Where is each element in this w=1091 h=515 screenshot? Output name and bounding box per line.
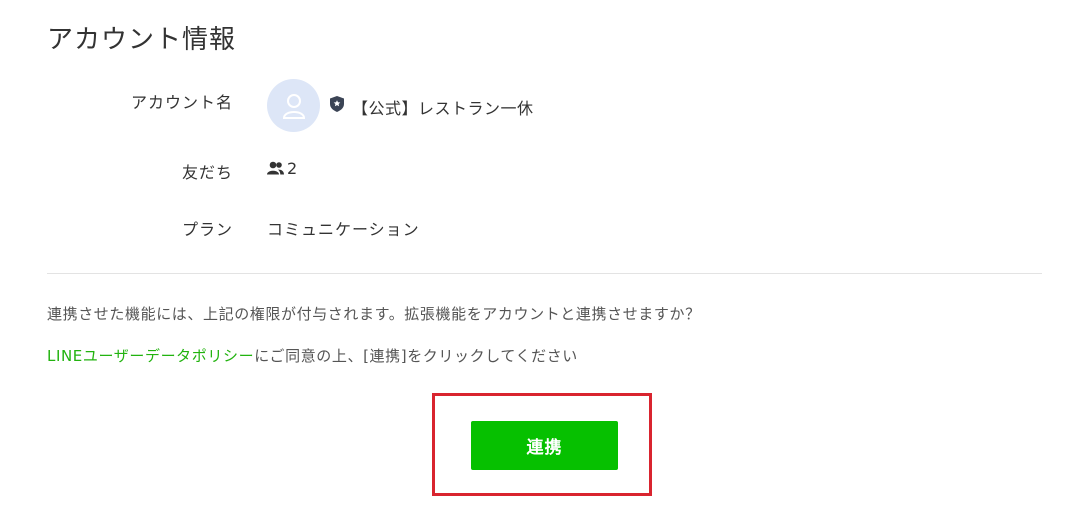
consent-suffix: にご同意の上、[連携]をクリックしてください bbox=[254, 347, 578, 365]
plan-label: プラン bbox=[181, 220, 233, 239]
friends-icon bbox=[267, 161, 284, 175]
friends-label: 友だち bbox=[181, 163, 233, 182]
account-name-label: アカウント名 bbox=[130, 93, 233, 112]
user-avatar-icon bbox=[282, 93, 305, 119]
page-title: アカウント情報 bbox=[47, 25, 237, 55]
avatar bbox=[267, 79, 320, 132]
account-name: 【公式】レストラン一休 bbox=[352, 99, 534, 118]
permission-description: 連携させた機能には、上記の権限が付与されます。拡張機能をアカウントと連携させます… bbox=[47, 305, 701, 323]
friends-count: 2 bbox=[287, 159, 298, 178]
connect-button[interactable]: 連携 bbox=[471, 421, 618, 470]
data-policy-link[interactable]: LINEユーザーデータポリシー bbox=[47, 347, 254, 365]
divider bbox=[47, 273, 1042, 274]
consent-text: LINEユーザーデータポリシーにご同意の上、[連携]をクリックしてください bbox=[47, 345, 578, 366]
shield-badge-icon bbox=[330, 96, 344, 112]
plan-value: コミュニケーション bbox=[267, 220, 420, 239]
